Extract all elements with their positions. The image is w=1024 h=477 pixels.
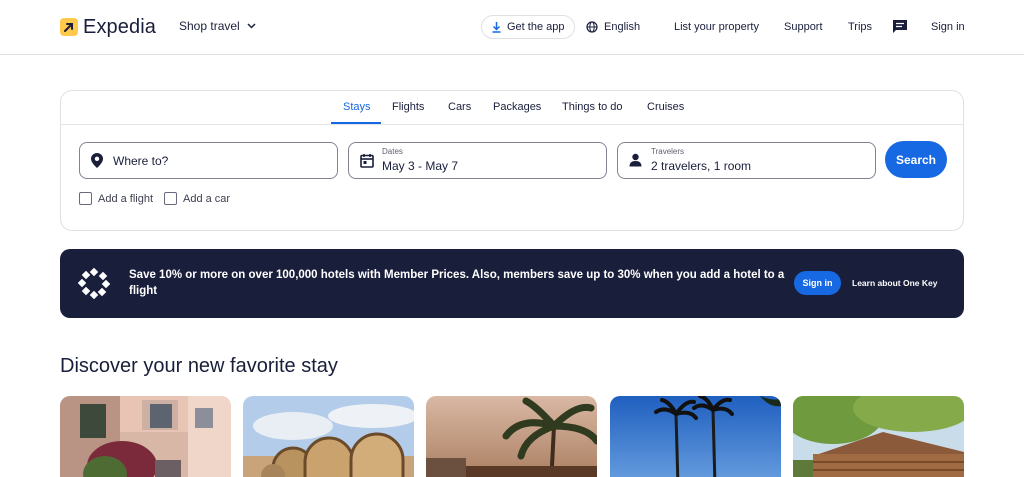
person-icon <box>629 153 642 167</box>
site-header: Expedia Shop travel Get the app English … <box>0 0 1024 55</box>
active-tab-indicator <box>331 122 381 124</box>
trips-link[interactable]: Trips <box>848 20 872 34</box>
get-app-button[interactable]: Get the app <box>481 15 575 39</box>
chevron-down-icon <box>247 23 256 29</box>
add-car-label: Add a car <box>183 192 231 205</box>
destination-input[interactable]: Where to? <box>79 142 338 179</box>
language-selector[interactable]: English <box>586 20 640 34</box>
destination-placeholder: Where to? <box>113 154 169 168</box>
dates-value: May 3 - May 7 <box>382 159 459 173</box>
language-label: English <box>604 21 641 33</box>
tab-flights[interactable]: Flights <box>392 101 424 113</box>
expedia-logo-icon <box>60 18 78 36</box>
add-flight-checkbox[interactable]: Add a flight <box>79 192 153 205</box>
stay-photo-1[interactable] <box>60 396 231 477</box>
sign-in-link[interactable]: Sign in <box>931 20 965 34</box>
tab-packages[interactable]: Packages <box>493 101 541 113</box>
dates-field[interactable]: Dates May 3 - May 7 <box>348 142 607 179</box>
banner-message: Save 10% or more on over 100,000 hotels … <box>129 269 785 297</box>
travelers-label: Travelers <box>651 147 685 156</box>
stay-photo-4[interactable] <box>610 396 781 477</box>
checkbox-box[interactable] <box>164 192 177 205</box>
add-car-checkbox[interactable]: Add a car <box>164 192 230 205</box>
shop-travel-label: Shop travel <box>179 19 240 33</box>
search-tabs: Stays Flights Cars Packages Things to do… <box>61 91 963 125</box>
location-pin-icon <box>91 153 103 168</box>
member-prices-banner: Save 10% or more on over 100,000 hotels … <box>60 249 964 318</box>
expedia-logo[interactable]: Expedia <box>60 16 156 38</box>
travelers-field[interactable]: Travelers 2 travelers, 1 room <box>617 142 876 179</box>
learn-one-key-link[interactable]: Learn about One Key <box>852 278 938 288</box>
add-flight-label: Add a flight <box>98 192 154 205</box>
search-card: Stays Flights Cars Packages Things to do… <box>60 90 964 231</box>
shop-travel-menu[interactable]: Shop travel <box>179 19 256 33</box>
stay-photo-5[interactable] <box>793 396 964 477</box>
download-icon <box>492 21 501 33</box>
stay-photo-3[interactable] <box>426 396 597 477</box>
tab-cruises[interactable]: Cruises <box>647 101 684 113</box>
stay-photo-2[interactable] <box>243 396 414 477</box>
discover-title: Discover your new favorite stay <box>60 355 338 377</box>
calendar-icon <box>360 154 374 168</box>
get-app-label: Get the app <box>507 21 565 33</box>
travelers-value: 2 travelers, 1 room <box>651 159 752 173</box>
list-property-link[interactable]: List your property <box>674 20 759 34</box>
tab-things-to-do[interactable]: Things to do <box>562 101 623 113</box>
globe-icon <box>586 21 598 33</box>
checkbox-box[interactable] <box>79 192 92 205</box>
messages-icon[interactable] <box>892 19 908 39</box>
tab-cars[interactable]: Cars <box>448 101 471 113</box>
tab-stays[interactable]: Stays <box>343 101 371 113</box>
search-button[interactable]: Search <box>885 141 947 178</box>
brand-name: Expedia <box>83 16 156 38</box>
dates-label: Dates <box>382 147 403 156</box>
one-key-icon <box>78 267 110 299</box>
banner-sign-in-button[interactable]: Sign in <box>794 271 841 295</box>
support-link[interactable]: Support <box>784 20 823 34</box>
